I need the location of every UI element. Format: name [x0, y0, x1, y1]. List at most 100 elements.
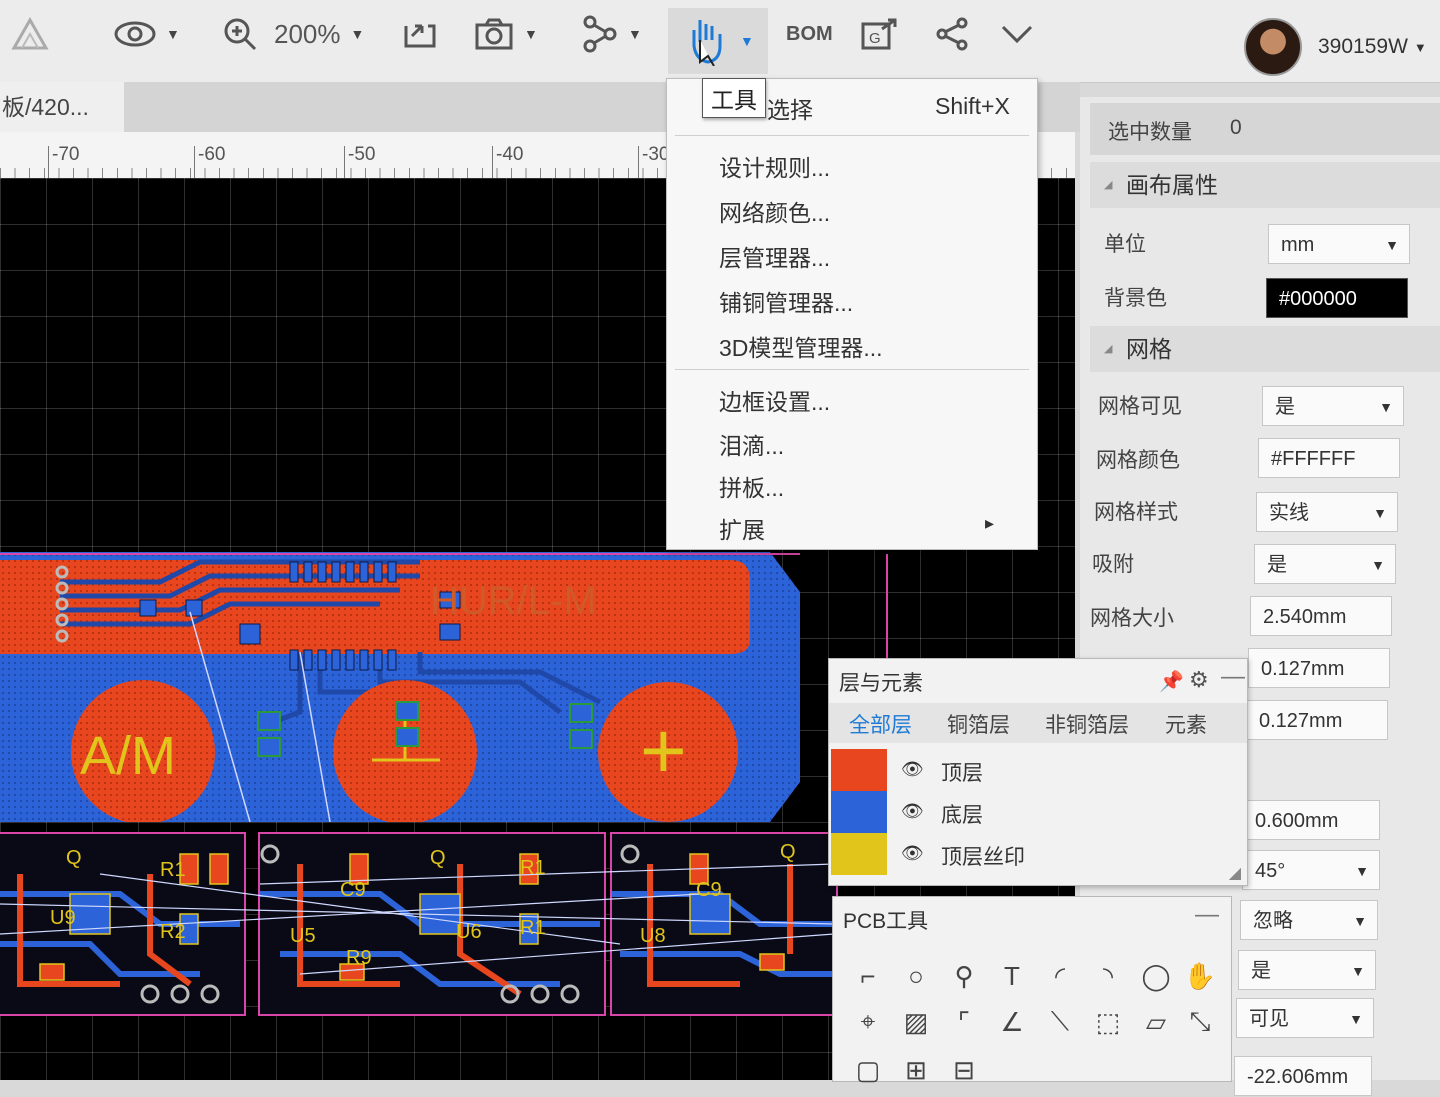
grid-visible-select[interactable]: 是 ▼	[1262, 386, 1404, 426]
group-tool-icon[interactable]: ⊞	[899, 1053, 933, 1087]
dimension-tool-icon[interactable]: ⌜	[947, 1005, 981, 1039]
eye-icon	[114, 21, 156, 47]
frame-tool-icon[interactable]: ⊟	[947, 1053, 981, 1087]
layer-color-swatch[interactable]	[831, 749, 887, 791]
angle-select[interactable]: 45° ▼	[1242, 850, 1380, 890]
arc-center-tool-icon[interactable]: ◝	[1091, 959, 1125, 993]
more-button[interactable]	[1000, 12, 1034, 56]
eye-icon[interactable]: 👁	[901, 801, 924, 822]
silk-label: U5	[290, 925, 316, 947]
rect-tool-icon[interactable]: ▢	[851, 1053, 885, 1087]
layer-row-bottom[interactable]: 👁 底层	[829, 791, 1241, 833]
canvas-properties-section[interactable]: 画布属性	[1090, 162, 1440, 208]
property-select[interactable]: 是 ▼	[1238, 950, 1376, 990]
bom-label: BOM	[786, 22, 833, 45]
grid-section[interactable]: 网格	[1090, 326, 1440, 372]
grid-size-label: 网格大小	[1090, 607, 1174, 630]
property-value: 可见	[1249, 1008, 1289, 1030]
pin-icon[interactable]: 📌	[1159, 669, 1184, 694]
property-field[interactable]: -22.606mm	[1234, 1056, 1372, 1096]
tab-all-layers[interactable]: 全部层	[849, 709, 912, 739]
share-button[interactable]	[934, 12, 970, 56]
share-out-button[interactable]: G	[860, 12, 898, 56]
pad-tool-icon[interactable]: ⚲	[947, 959, 981, 993]
gear-icon[interactable]: ⚙	[1189, 667, 1209, 693]
tools-button[interactable]: ▼	[668, 8, 768, 74]
menu-item-design-rules[interactable]: 设计规则...	[719, 149, 830, 183]
layer-color-swatch[interactable]	[831, 833, 887, 875]
select-region-tool-icon[interactable]: ⬚	[1091, 1005, 1125, 1039]
selected-count-label: 选中数量	[1108, 121, 1192, 144]
connect-tool-icon[interactable]: ⟍	[1043, 1005, 1077, 1039]
menu-item-border-settings[interactable]: 边框设置...	[719, 383, 830, 417]
menu-item-copper-manager[interactable]: 铺铜管理器...	[719, 284, 853, 318]
angle-tool-icon[interactable]: ∠	[995, 1005, 1029, 1039]
document-tab[interactable]: 板/420...	[0, 82, 124, 132]
property-select[interactable]: 可见 ▼	[1236, 998, 1374, 1038]
network-button[interactable]: ▼	[582, 12, 642, 56]
chevron-down-icon: ▼	[1385, 237, 1399, 253]
property-select[interactable]: 忽略 ▼	[1240, 900, 1378, 940]
tab-copper-layers[interactable]: 铜箔层	[947, 709, 1010, 739]
button-silk-plus: +	[640, 706, 687, 795]
menu-item-teardrop[interactable]: 泪滴...	[719, 427, 784, 461]
silk-label: C9	[340, 879, 366, 901]
background-color-field[interactable]: #000000	[1266, 278, 1408, 318]
grid-size-field[interactable]: 2.540mm	[1250, 596, 1392, 636]
layer-color-swatch[interactable]	[831, 791, 887, 833]
eye-icon[interactable]: 👁	[901, 843, 924, 864]
hand-tool-icon[interactable]: ✋	[1183, 959, 1217, 993]
zoom-button[interactable]: 200% ▼	[222, 12, 364, 56]
menu-item-select[interactable]: 选择	[767, 91, 813, 125]
snap-value: 是	[1267, 554, 1287, 576]
chevron-down-icon: ▼	[628, 26, 642, 42]
circle-tool-icon[interactable]: ◯	[1139, 959, 1173, 993]
tab-non-copper-layers[interactable]: 非铜箔层	[1045, 709, 1129, 739]
property-field[interactable]: 0.127mm	[1248, 648, 1390, 688]
arc-tool-icon[interactable]: ◜	[1043, 959, 1077, 993]
via-tool-icon[interactable]: ○	[899, 959, 933, 993]
tab-elements[interactable]: 元素	[1165, 709, 1207, 739]
silk-label: Q	[780, 841, 796, 863]
minimize-icon[interactable]: —	[1221, 663, 1245, 691]
silk-label: U9	[50, 907, 76, 929]
track-tool-icon[interactable]: ⌐	[851, 959, 885, 993]
view-button[interactable]: ▼	[114, 12, 180, 56]
grid-color-label: 网格颜色	[1096, 449, 1180, 472]
text-tool-icon[interactable]: T	[995, 959, 1029, 993]
tools-hand-icon	[692, 20, 722, 66]
unit-select[interactable]: mm ▼	[1268, 224, 1410, 264]
menu-item-layer-manager[interactable]: 层管理器...	[719, 239, 830, 273]
pcb-board[interactable]: HUR/L-M A/M +	[0, 552, 800, 822]
layer-row-top[interactable]: 👁 顶层	[829, 749, 1241, 791]
pcb-tools-panel: PCB工具 — ⌐ ○ ⚲ T ◜ ◝ ◯ ✋ ⌖ ▨ ⌜ ∠ ⟍ ⬚ ▱ ⤡ …	[832, 896, 1232, 1085]
bom-button[interactable]: BOM	[786, 12, 833, 56]
minimize-icon[interactable]: —	[1195, 901, 1219, 929]
property-value: 忽略	[1253, 910, 1293, 932]
measure-tool-icon[interactable]: ⤡	[1183, 1005, 1217, 1039]
polygon-tool-icon[interactable]: ▱	[1139, 1005, 1173, 1039]
drill-tool-icon[interactable]: ⌖	[851, 1005, 885, 1039]
chevron-down-icon: ▼	[1349, 1011, 1363, 1027]
image-tool-icon[interactable]: ▨	[899, 1005, 933, 1039]
user-menu[interactable]: 390159W ▼	[1244, 18, 1427, 76]
property-field[interactable]: 0.600mm	[1242, 800, 1380, 840]
property-field[interactable]: 0.127mm	[1246, 700, 1388, 740]
menu-item-panelize[interactable]: 拼板...	[719, 469, 784, 503]
menu-item-3d-model-manager[interactable]: 3D模型管理器...	[719, 329, 883, 363]
chevron-down-icon: ▼	[740, 33, 754, 49]
chevron-down-icon	[1001, 25, 1033, 44]
snap-select[interactable]: 是 ▼	[1254, 544, 1396, 584]
resize-handle-icon[interactable]: ◢	[1229, 863, 1241, 883]
menu-item-net-color[interactable]: 网络颜色...	[719, 194, 830, 228]
grid-color-field[interactable]: #FFFFFF	[1258, 438, 1400, 478]
layer-row-top-silk[interactable]: 👁 顶层丝印	[829, 833, 1241, 875]
camera-button[interactable]: ▼	[474, 12, 538, 56]
eye-icon[interactable]: 👁	[901, 759, 924, 780]
grid-style-select[interactable]: 实线 ▼	[1256, 492, 1398, 532]
export-button[interactable]	[402, 12, 438, 56]
selection-count-bar: 选中数量 0	[1090, 103, 1440, 155]
pcb-tools-title: PCB工具	[843, 910, 929, 933]
svg-text:G: G	[869, 30, 881, 47]
menu-item-extensions[interactable]: 扩展	[719, 511, 765, 545]
